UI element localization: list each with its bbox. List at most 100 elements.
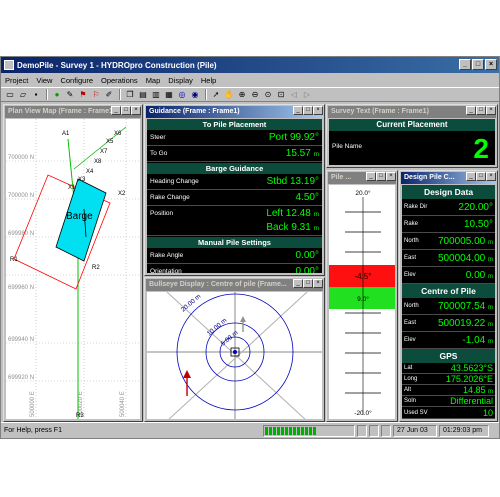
progress-segment (281, 426, 284, 435)
zoom-extent-icon[interactable]: ⊙ (262, 89, 274, 100)
data-row: Elev 0.00 m (402, 267, 495, 284)
design-pile-panel: Design Pile C... _ □ × Design Data Rake … (399, 170, 498, 422)
menu-map[interactable]: Map (146, 76, 161, 85)
grid-y-label: 700000 N (8, 193, 34, 199)
rake-angle-label: Rake Angle (150, 252, 184, 259)
panel-maximize-button[interactable]: □ (121, 106, 131, 115)
panel-close-button[interactable]: × (313, 279, 323, 288)
panel-maximize-button[interactable]: □ (476, 172, 486, 181)
panel-maximize-button[interactable]: □ (303, 279, 313, 288)
zoom-out-icon[interactable]: ⊖ (249, 89, 261, 100)
panel-close-button[interactable]: × (486, 106, 496, 115)
panel-minimize-button[interactable]: _ (111, 106, 121, 115)
plan-view-canvas[interactable]: 700000 N 700000 N 699980 N 699960 N 6999… (6, 119, 140, 419)
record-icon[interactable]: ● (51, 89, 63, 100)
menu-project[interactable]: Project (5, 76, 28, 85)
panel-minimize-button[interactable]: _ (466, 172, 476, 181)
survey-text-panel: Survey Text (Frame : Frame1) _ □ × Curre… (326, 104, 498, 168)
save-icon[interactable]: ▪ (30, 89, 42, 100)
gauge-bottom-label: -20.0° (354, 409, 372, 417)
data-row: Alt 14.85 m (402, 385, 495, 396)
panel-close-button[interactable]: × (486, 172, 496, 181)
guidance-panel: Guidance (Frame : Frame1) _ □ × To Pile … (144, 104, 325, 276)
zoom-in-icon[interactable]: ⊕ (236, 89, 248, 100)
menu-display[interactable]: Display (168, 76, 193, 85)
north-arrow-icon (240, 316, 246, 322)
section-header: Design Data (402, 185, 495, 199)
progress-fill (265, 426, 316, 435)
tile-icon[interactable]: ▤ (137, 89, 149, 100)
panel-minimize-button[interactable]: _ (293, 106, 303, 115)
pile-gauge-canvas: 20.0° -4.5° 9.0° -20.0° (329, 189, 395, 417)
steer-value: Port 99.92° (268, 132, 319, 143)
ring-label: 10.00 m (206, 317, 229, 337)
forward-icon[interactable]: ▷ (301, 89, 313, 100)
menu-help[interactable]: Help (201, 76, 216, 85)
status-date: 27 Jun 03 (393, 424, 437, 437)
menu-configure[interactable]: Configure (60, 76, 93, 85)
menu-operations[interactable]: Operations (101, 76, 138, 85)
back-icon[interactable]: ◁ (288, 89, 300, 100)
maximize-button[interactable]: □ (472, 59, 484, 70)
flag-icon[interactable]: ⚑ (77, 89, 89, 100)
status-time: 01:29:03 pm (439, 424, 489, 437)
marker-label: X2 (118, 191, 126, 197)
panel-close-button[interactable]: × (313, 106, 323, 115)
data-row: Used SV 10 (402, 408, 495, 419)
circle-icon[interactable]: ◉ (189, 89, 201, 100)
panel-minimize-button[interactable]: _ (466, 106, 476, 115)
panel-maximize-button[interactable]: □ (476, 106, 486, 115)
gauge-red-label: -4.5° (355, 272, 372, 281)
panel-minimize-button[interactable]: _ (293, 279, 303, 288)
rake-angle-row: Rake Angle 0.00° (147, 248, 322, 264)
close-button[interactable]: × (485, 59, 497, 70)
pointer-icon[interactable]: ➚ (210, 89, 222, 100)
title-bar[interactable]: DemoPile - Survey 1 - HYDROpro Construct… (1, 57, 499, 73)
grid-icon[interactable]: ▦ (163, 89, 175, 100)
status-help-text: For Help, press F1 (4, 427, 62, 434)
open-file-icon[interactable]: ▱ (17, 89, 29, 100)
ring-label: 20.00 m (180, 293, 203, 313)
progress-segment (293, 426, 296, 435)
toolbar-separator (205, 89, 207, 100)
gauge-top-label: 20.0° (355, 189, 371, 197)
plan-view-map[interactable]: 700000 N 700000 N 699980 N 699960 N 6999… (6, 119, 140, 419)
toolbar-separator (119, 89, 121, 100)
cascade-icon[interactable]: ▥ (150, 89, 162, 100)
orientation-label: Orientation (150, 268, 182, 273)
toolbar: ▭ ▱ ▪ ● ✎ ⚑ ⚐ ✐ ❐ ▤ ▥ ▦ ◎ ◉ ➚ ✋ ⊕ ⊖ ⊙ ⊡ … (1, 87, 499, 102)
new-file-icon[interactable]: ▭ (4, 89, 16, 100)
zoom-window-icon[interactable]: ⊡ (275, 89, 287, 100)
menu-view[interactable]: View (36, 76, 52, 85)
data-row: Soln Differential (402, 396, 495, 407)
pen-icon[interactable]: ✎ (64, 89, 76, 100)
data-row: North 700007.54 m (402, 298, 495, 315)
current-placement-header: Current Placement (329, 119, 495, 131)
copy-icon[interactable]: ❐ (124, 89, 136, 100)
target-icon[interactable]: ◎ (176, 89, 188, 100)
marker-label: R1 (10, 257, 18, 263)
window-title: DemoPile - Survey 1 - HYDROpro Construct… (17, 60, 217, 70)
survey-text-body: Current Placement Pile Name 2 (329, 119, 495, 165)
panel-close-button[interactable]: × (386, 172, 396, 181)
grid-y-label: 699920 N (8, 375, 34, 381)
edit-icon[interactable]: ✐ (103, 89, 115, 100)
hand-icon[interactable]: ✋ (223, 89, 235, 100)
flag-icon[interactable]: ⚐ (90, 89, 102, 100)
section-header: GPS (402, 349, 495, 363)
minimize-button[interactable]: _ (459, 59, 471, 70)
data-row: Lat 43.5623°S (402, 363, 495, 374)
panel-close-button[interactable]: × (131, 106, 141, 115)
progress-segment (301, 426, 304, 435)
design-pile-body: Design Data Rake Dir 220.00° Rake 10.50° N… (402, 185, 495, 419)
bullseye-body[interactable]: 20.00 m 10.00 m 5.00 m (147, 292, 322, 419)
marker-label: X6 (114, 131, 122, 137)
togo-value-group: 15.57 m (286, 146, 319, 163)
progress-segment (289, 426, 292, 435)
data-row: North 700005.00 m (402, 233, 495, 250)
marker-label: A1 (62, 131, 70, 137)
progress-segment (265, 426, 268, 435)
panel-minimize-button[interactable]: _ (366, 172, 376, 181)
panel-maximize-button[interactable]: □ (376, 172, 386, 181)
panel-maximize-button[interactable]: □ (303, 106, 313, 115)
